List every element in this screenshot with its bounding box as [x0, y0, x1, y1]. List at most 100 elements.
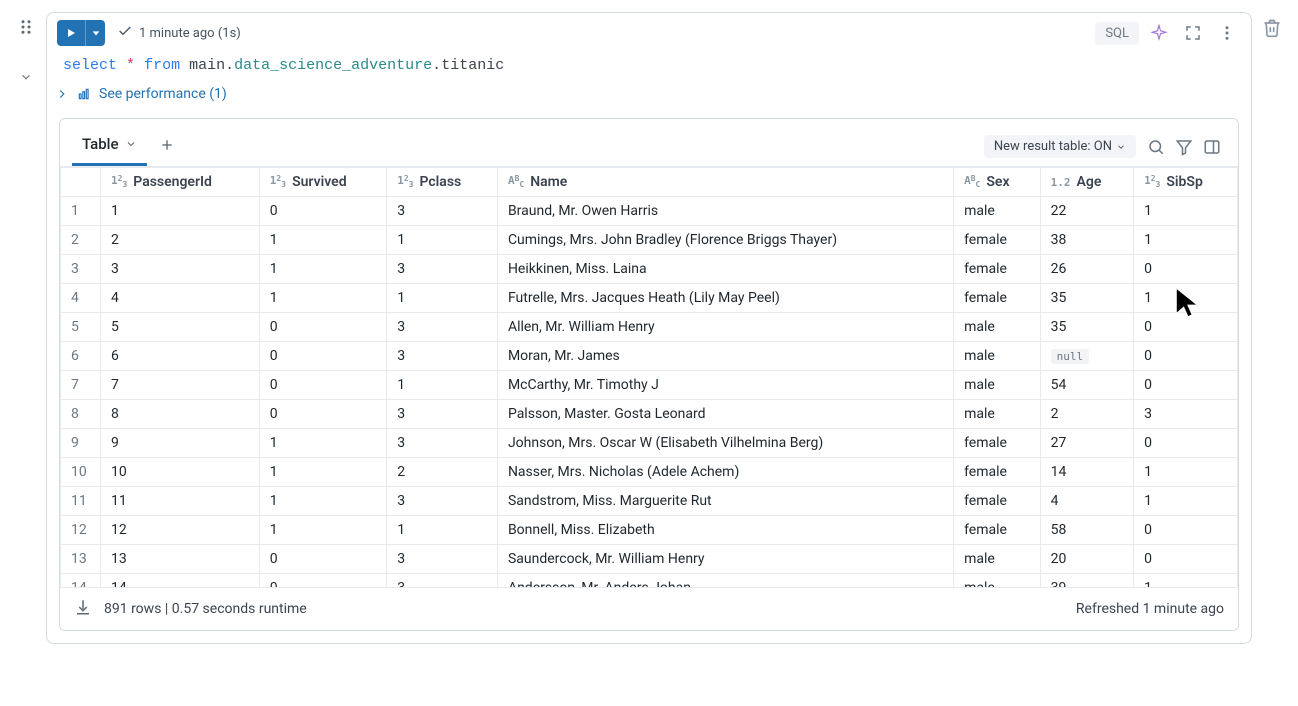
- data-cell[interactable]: 3: [387, 255, 498, 284]
- data-cell[interactable]: 0: [259, 574, 386, 588]
- data-cell[interactable]: male: [954, 197, 1041, 226]
- data-cell[interactable]: 3: [101, 255, 260, 284]
- data-cell[interactable]: 0: [1134, 545, 1238, 574]
- data-cell[interactable]: male: [954, 313, 1041, 342]
- sparkle-icon[interactable]: [1145, 19, 1173, 47]
- table-row[interactable]: 5503Allen, Mr. William Henrymale350: [61, 313, 1238, 342]
- panel-icon[interactable]: [1198, 133, 1226, 161]
- data-cell[interactable]: 2: [387, 458, 498, 487]
- data-cell[interactable]: Palsson, Master. Gosta Leonard: [497, 400, 953, 429]
- table-row[interactable]: 6603Moran, Mr. Jamesmalenull0: [61, 342, 1238, 371]
- data-cell[interactable]: female: [954, 458, 1041, 487]
- data-cell[interactable]: 1: [259, 516, 386, 545]
- data-cell[interactable]: Heikkinen, Miss. Laina: [497, 255, 953, 284]
- data-cell[interactable]: 0: [1134, 429, 1238, 458]
- data-cell[interactable]: 1: [259, 255, 386, 284]
- data-cell[interactable]: 11: [101, 487, 260, 516]
- data-cell[interactable]: 0: [259, 313, 386, 342]
- new-result-table-toggle[interactable]: New result table: ON: [984, 135, 1136, 158]
- data-cell[interactable]: Allen, Mr. William Henry: [497, 313, 953, 342]
- more-options-icon[interactable]: [1213, 19, 1241, 47]
- table-row[interactable]: 141403Andersson, Mr. Anders Johanmale391: [61, 574, 1238, 588]
- data-cell[interactable]: Bonnell, Miss. Elizabeth: [497, 516, 953, 545]
- data-cell[interactable]: female: [954, 516, 1041, 545]
- table-row[interactable]: 7701McCarthy, Mr. Timothy Jmale540: [61, 371, 1238, 400]
- data-cell[interactable]: 0: [259, 342, 386, 371]
- data-cell[interactable]: 1: [259, 458, 386, 487]
- data-cell[interactable]: 9: [101, 429, 260, 458]
- table-row[interactable]: 3313Heikkinen, Miss. Lainafemale260: [61, 255, 1238, 284]
- table-row[interactable]: 111113Sandstrom, Miss. Marguerite Rutfem…: [61, 487, 1238, 516]
- download-icon[interactable]: [74, 598, 92, 620]
- data-cell[interactable]: 1: [387, 226, 498, 255]
- data-cell[interactable]: 5: [101, 313, 260, 342]
- table-scroll[interactable]: 123PassengerId123Survived123PclassABCNam…: [60, 167, 1238, 587]
- data-cell[interactable]: Andersson, Mr. Anders Johan: [497, 574, 953, 588]
- data-cell[interactable]: 14: [1040, 458, 1133, 487]
- data-cell[interactable]: female: [954, 226, 1041, 255]
- tab-table[interactable]: Table: [72, 127, 147, 166]
- table-row[interactable]: 2211Cumings, Mrs. John Bradley (Florence…: [61, 226, 1238, 255]
- data-cell[interactable]: 0: [259, 371, 386, 400]
- run-button[interactable]: [57, 20, 85, 46]
- data-cell[interactable]: 1: [387, 284, 498, 313]
- data-cell[interactable]: 0: [1134, 313, 1238, 342]
- data-cell[interactable]: 7: [101, 371, 260, 400]
- data-cell[interactable]: 0: [1134, 371, 1238, 400]
- data-cell[interactable]: 13: [101, 545, 260, 574]
- data-cell[interactable]: 20: [1040, 545, 1133, 574]
- data-cell[interactable]: 0: [259, 545, 386, 574]
- table-row[interactable]: 1103Braund, Mr. Owen Harrismale221: [61, 197, 1238, 226]
- data-cell[interactable]: 2: [1040, 400, 1133, 429]
- data-cell[interactable]: 3: [387, 313, 498, 342]
- data-cell[interactable]: 0: [1134, 255, 1238, 284]
- data-cell[interactable]: 1: [387, 371, 498, 400]
- data-cell[interactable]: male: [954, 574, 1041, 588]
- data-cell[interactable]: 0: [1134, 516, 1238, 545]
- column-header[interactable]: 123Survived: [259, 168, 386, 197]
- data-cell[interactable]: 38: [1040, 226, 1133, 255]
- data-cell[interactable]: McCarthy, Mr. Timothy J: [497, 371, 953, 400]
- data-cell[interactable]: male: [954, 371, 1041, 400]
- data-cell[interactable]: 3: [387, 400, 498, 429]
- data-cell[interactable]: 1: [259, 429, 386, 458]
- data-cell[interactable]: Futrelle, Mrs. Jacques Heath (Lily May P…: [497, 284, 953, 313]
- data-cell[interactable]: 0: [259, 197, 386, 226]
- data-cell[interactable]: 3: [387, 197, 498, 226]
- data-cell[interactable]: 1: [259, 487, 386, 516]
- language-badge[interactable]: SQL: [1095, 22, 1139, 45]
- data-cell[interactable]: 1: [1134, 197, 1238, 226]
- data-cell[interactable]: 8: [101, 400, 260, 429]
- data-cell[interactable]: Saundercock, Mr. William Henry: [497, 545, 953, 574]
- data-cell[interactable]: 3: [387, 342, 498, 371]
- add-tab-button[interactable]: [151, 131, 183, 163]
- data-cell[interactable]: male: [954, 545, 1041, 574]
- data-cell[interactable]: 6: [101, 342, 260, 371]
- data-cell[interactable]: 4: [101, 284, 260, 313]
- data-cell[interactable]: 1: [259, 226, 386, 255]
- data-cell[interactable]: 1: [1134, 574, 1238, 588]
- data-cell[interactable]: 10: [101, 458, 260, 487]
- column-header[interactable]: 123PassengerId: [101, 168, 260, 197]
- data-cell[interactable]: null: [1040, 342, 1133, 371]
- run-options-button[interactable]: [85, 20, 105, 46]
- data-cell[interactable]: 1: [1134, 226, 1238, 255]
- table-row[interactable]: 9913Johnson, Mrs. Oscar W (Elisabeth Vil…: [61, 429, 1238, 458]
- data-cell[interactable]: Sandstrom, Miss. Marguerite Rut: [497, 487, 953, 516]
- data-cell[interactable]: Johnson, Mrs. Oscar W (Elisabeth Vilhelm…: [497, 429, 953, 458]
- data-cell[interactable]: Cumings, Mrs. John Bradley (Florence Bri…: [497, 226, 953, 255]
- data-cell[interactable]: 3: [387, 429, 498, 458]
- data-cell[interactable]: 1: [1134, 284, 1238, 313]
- column-header[interactable]: 1.2Age: [1040, 168, 1133, 197]
- data-cell[interactable]: 22: [1040, 197, 1133, 226]
- data-cell[interactable]: 26: [1040, 255, 1133, 284]
- search-icon[interactable]: [1142, 133, 1170, 161]
- data-cell[interactable]: 14: [101, 574, 260, 588]
- delete-cell-icon[interactable]: [1262, 18, 1282, 42]
- table-row[interactable]: 101012Nasser, Mrs. Nicholas (Adele Achem…: [61, 458, 1238, 487]
- data-cell[interactable]: 1: [387, 516, 498, 545]
- drag-handle-icon[interactable]: [17, 18, 35, 40]
- data-cell[interactable]: male: [954, 400, 1041, 429]
- data-cell[interactable]: 12: [101, 516, 260, 545]
- table-row[interactable]: 121211Bonnell, Miss. Elizabethfemale580: [61, 516, 1238, 545]
